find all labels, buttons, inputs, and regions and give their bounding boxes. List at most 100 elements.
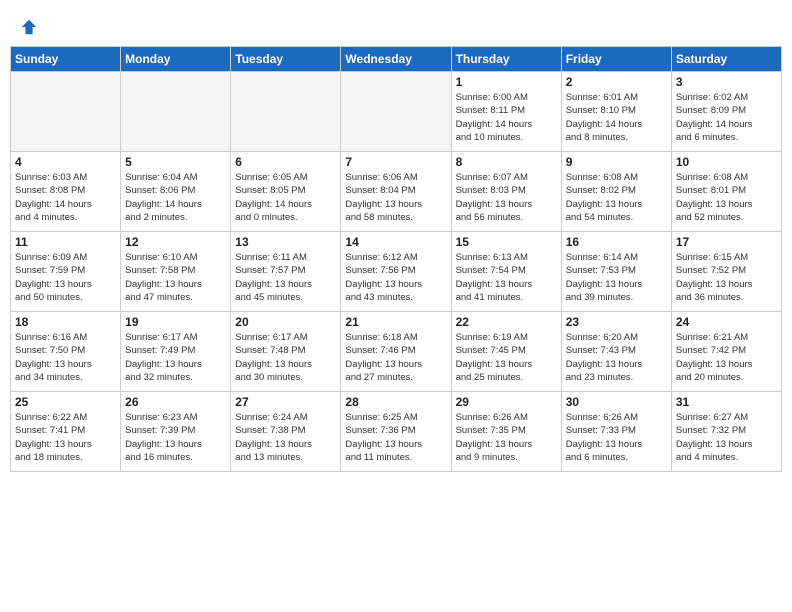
day-info: Sunrise: 6:19 AM Sunset: 7:45 PM Dayligh… [456,331,557,384]
day-info: Sunrise: 6:18 AM Sunset: 7:46 PM Dayligh… [345,331,446,384]
day-number: 17 [676,235,777,249]
day-cell: 18 Sunrise: 6:16 AM Sunset: 7:50 PM Dayli… [11,312,121,392]
day-info: Sunrise: 6:20 AM Sunset: 7:43 PM Dayligh… [566,331,667,384]
day-info: Sunrise: 6:22 AM Sunset: 7:41 PM Dayligh… [15,411,116,464]
day-info: Sunrise: 6:17 AM Sunset: 7:49 PM Dayligh… [125,331,226,384]
day-cell [11,72,121,152]
day-info: Sunrise: 6:27 AM Sunset: 7:32 PM Dayligh… [676,411,777,464]
day-number: 1 [456,75,557,89]
day-info: Sunrise: 6:24 AM Sunset: 7:38 PM Dayligh… [235,411,336,464]
day-number: 27 [235,395,336,409]
day-number: 10 [676,155,777,169]
day-cell: 5 Sunrise: 6:04 AM Sunset: 8:06 PM Daylig… [121,152,231,232]
day-info: Sunrise: 6:26 AM Sunset: 7:33 PM Dayligh… [566,411,667,464]
day-number: 24 [676,315,777,329]
day-info: Sunrise: 6:09 AM Sunset: 7:59 PM Dayligh… [15,251,116,304]
week-row-3: 11 Sunrise: 6:09 AM Sunset: 7:59 PM Dayli… [11,232,782,312]
page-header [10,10,782,40]
day-number: 19 [125,315,226,329]
day-info: Sunrise: 6:10 AM Sunset: 7:58 PM Dayligh… [125,251,226,304]
day-cell: 29 Sunrise: 6:26 AM Sunset: 7:35 PM Dayli… [451,392,561,472]
day-cell: 6 Sunrise: 6:05 AM Sunset: 8:05 PM Daylig… [231,152,341,232]
day-number: 12 [125,235,226,249]
day-number: 7 [345,155,446,169]
day-cell: 24 Sunrise: 6:21 AM Sunset: 7:42 PM Dayli… [671,312,781,392]
day-number: 26 [125,395,226,409]
day-cell: 21 Sunrise: 6:18 AM Sunset: 7:46 PM Dayli… [341,312,451,392]
day-cell: 7Sunrise: 6:06 AM Sunset: 8:04 PM Daylig… [341,152,451,232]
day-number: 29 [456,395,557,409]
column-header-wednesday: Wednesday [341,47,451,72]
day-cell: 9Sunrise: 6:08 AM Sunset: 8:02 PM Daylig… [561,152,671,232]
day-cell: 20 Sunrise: 6:17 AM Sunset: 7:48 PM Dayli… [231,312,341,392]
day-info: Sunrise: 6:05 AM Sunset: 8:05 PM Dayligh… [235,171,336,224]
column-header-tuesday: Tuesday [231,47,341,72]
day-number: 3 [676,75,777,89]
column-header-friday: Friday [561,47,671,72]
day-cell: 4Sunrise: 6:03 AM Sunset: 8:08 PM Daylig… [11,152,121,232]
day-number: 31 [676,395,777,409]
week-row-2: 4Sunrise: 6:03 AM Sunset: 8:08 PM Daylig… [11,152,782,232]
day-number: 16 [566,235,667,249]
day-cell: 25 Sunrise: 6:22 AM Sunset: 7:41 PM Dayli… [11,392,121,472]
day-info: Sunrise: 6:15 AM Sunset: 7:52 PM Dayligh… [676,251,777,304]
day-number: 18 [15,315,116,329]
day-cell: 30 Sunrise: 6:26 AM Sunset: 7:33 PM Dayli… [561,392,671,472]
day-info: Sunrise: 6:26 AM Sunset: 7:35 PM Dayligh… [456,411,557,464]
day-number: 30 [566,395,667,409]
day-cell: 3 Sunrise: 6:02 AM Sunset: 8:09 PM Daylig… [671,72,781,152]
day-cell: 28 Sunrise: 6:25 AM Sunset: 7:36 PM Dayli… [341,392,451,472]
logo [20,18,40,36]
column-header-saturday: Saturday [671,47,781,72]
day-cell: 12 Sunrise: 6:10 AM Sunset: 7:58 PM Dayli… [121,232,231,312]
day-cell: 2Sunrise: 6:01 AM Sunset: 8:10 PM Daylig… [561,72,671,152]
day-cell: 15Sunrise: 6:13 AM Sunset: 7:54 PM Dayli… [451,232,561,312]
column-header-monday: Monday [121,47,231,72]
day-number: 20 [235,315,336,329]
day-cell: 16 Sunrise: 6:14 AM Sunset: 7:53 PM Dayli… [561,232,671,312]
week-row-1: 1 Sunrise: 6:00 AM Sunset: 8:11 PM Daylig… [11,72,782,152]
day-cell: 31 Sunrise: 6:27 AM Sunset: 7:32 PM Dayli… [671,392,781,472]
day-info: Sunrise: 6:02 AM Sunset: 8:09 PM Dayligh… [676,91,777,144]
day-cell: 11 Sunrise: 6:09 AM Sunset: 7:59 PM Dayli… [11,232,121,312]
day-info: Sunrise: 6:14 AM Sunset: 7:53 PM Dayligh… [566,251,667,304]
day-cell: 26 Sunrise: 6:23 AM Sunset: 7:39 PM Dayli… [121,392,231,472]
day-info: Sunrise: 6:12 AM Sunset: 7:56 PM Dayligh… [345,251,446,304]
day-number: 5 [125,155,226,169]
day-cell: 10 Sunrise: 6:08 AM Sunset: 8:01 PM Dayli… [671,152,781,232]
day-info: Sunrise: 6:25 AM Sunset: 7:36 PM Dayligh… [345,411,446,464]
day-number: 4 [15,155,116,169]
logo-icon [20,18,38,36]
day-info: Sunrise: 6:13 AM Sunset: 7:54 PM Dayligh… [456,251,557,304]
day-number: 6 [235,155,336,169]
calendar-table: SundayMondayTuesdayWednesdayThursdayFrid… [10,46,782,472]
day-info: Sunrise: 6:16 AM Sunset: 7:50 PM Dayligh… [15,331,116,384]
day-info: Sunrise: 6:21 AM Sunset: 7:42 PM Dayligh… [676,331,777,384]
header-row: SundayMondayTuesdayWednesdayThursdayFrid… [11,47,782,72]
column-header-sunday: Sunday [11,47,121,72]
week-row-4: 18 Sunrise: 6:16 AM Sunset: 7:50 PM Dayli… [11,312,782,392]
day-number: 23 [566,315,667,329]
day-number: 21 [345,315,446,329]
day-info: Sunrise: 6:00 AM Sunset: 8:11 PM Dayligh… [456,91,557,144]
day-number: 8 [456,155,557,169]
day-cell: 13 Sunrise: 6:11 AM Sunset: 7:57 PM Dayli… [231,232,341,312]
day-number: 14 [345,235,446,249]
column-header-thursday: Thursday [451,47,561,72]
day-info: Sunrise: 6:23 AM Sunset: 7:39 PM Dayligh… [125,411,226,464]
day-number: 13 [235,235,336,249]
day-cell: 8Sunrise: 6:07 AM Sunset: 8:03 PM Daylig… [451,152,561,232]
day-info: Sunrise: 6:17 AM Sunset: 7:48 PM Dayligh… [235,331,336,384]
day-cell: 17 Sunrise: 6:15 AM Sunset: 7:52 PM Dayli… [671,232,781,312]
week-row-5: 25 Sunrise: 6:22 AM Sunset: 7:41 PM Dayli… [11,392,782,472]
day-number: 22 [456,315,557,329]
day-number: 25 [15,395,116,409]
day-info: Sunrise: 6:11 AM Sunset: 7:57 PM Dayligh… [235,251,336,304]
day-number: 28 [345,395,446,409]
day-cell: 27 Sunrise: 6:24 AM Sunset: 7:38 PM Dayli… [231,392,341,472]
day-number: 2 [566,75,667,89]
day-number: 11 [15,235,116,249]
day-info: Sunrise: 6:08 AM Sunset: 8:01 PM Dayligh… [676,171,777,224]
day-info: Sunrise: 6:04 AM Sunset: 8:06 PM Dayligh… [125,171,226,224]
day-cell: 23 Sunrise: 6:20 AM Sunset: 7:43 PM Dayli… [561,312,671,392]
